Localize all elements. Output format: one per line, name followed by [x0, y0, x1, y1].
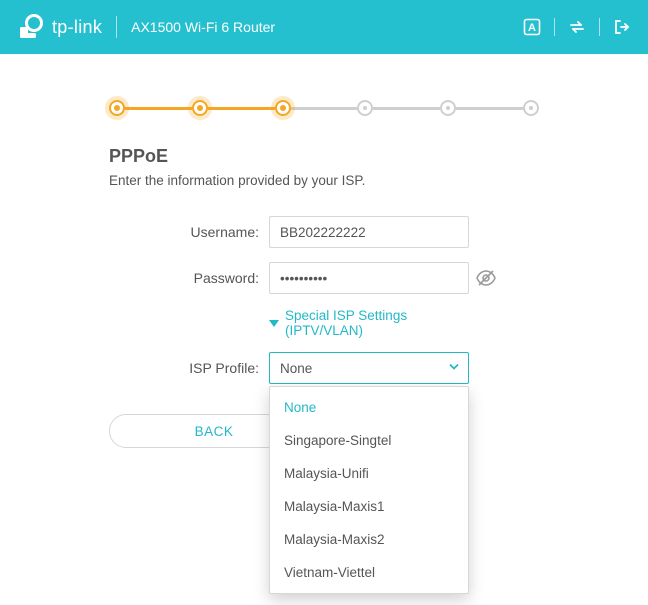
isp-option[interactable]: None: [270, 391, 468, 424]
header-sep: [554, 18, 555, 36]
logout-icon[interactable]: [612, 17, 632, 37]
step-bar: [125, 107, 192, 110]
header-sep: [599, 18, 600, 36]
step-bar: [373, 107, 440, 110]
language-icon[interactable]: A: [522, 17, 542, 37]
username-input[interactable]: [269, 216, 469, 248]
special-isp-label: Special ISP Settings (IPTV/VLAN): [285, 308, 469, 338]
step-bar: [291, 107, 358, 110]
step-node: [523, 100, 539, 116]
special-isp-toggle[interactable]: Special ISP Settings (IPTV/VLAN): [269, 308, 469, 338]
step-node: [109, 100, 125, 116]
isp-option[interactable]: Malaysia-Unifi: [270, 457, 468, 490]
username-label: Username:: [109, 224, 269, 240]
isp-profile-dropdown: None Singapore-Singtel Malaysia-Unifi Ma…: [269, 386, 469, 594]
step-bar: [208, 107, 275, 110]
brand: tp-link: [18, 14, 102, 40]
svg-text:A: A: [528, 22, 536, 34]
step-bar: [456, 107, 523, 110]
chevron-down-icon: [269, 320, 279, 327]
device-name: AX1500 Wi-Fi 6 Router: [131, 19, 275, 35]
password-label: Password:: [109, 270, 269, 286]
header-actions: A: [522, 17, 632, 37]
isp-option[interactable]: Malaysia-Maxis2: [270, 523, 468, 556]
step-node: [357, 100, 373, 116]
password-visibility-icon[interactable]: [475, 267, 497, 289]
tplink-logo-icon: [18, 14, 44, 40]
isp-option[interactable]: Vietnam-Viettel: [270, 556, 468, 589]
step-node: [192, 100, 208, 116]
setup-stepper: [109, 100, 539, 116]
step-node: [275, 100, 291, 116]
pppoe-form: Username: Password:: [109, 216, 539, 384]
header-divider: [116, 16, 117, 38]
refresh-icon[interactable]: [567, 17, 587, 37]
isp-option[interactable]: Malaysia-Maxis1: [270, 490, 468, 523]
app-header: tp-link AX1500 Wi-Fi 6 Router A: [0, 0, 648, 54]
password-input[interactable]: [269, 262, 469, 294]
isp-option[interactable]: Singapore-Singtel: [270, 424, 468, 457]
step-node: [440, 100, 456, 116]
page-title: PPPoE: [109, 146, 539, 167]
chevron-down-icon: [448, 361, 460, 376]
main-content: PPPoE Enter the information provided by …: [109, 146, 539, 448]
page-subtitle: Enter the information provided by your I…: [109, 173, 539, 188]
isp-profile-value: None: [280, 361, 312, 376]
brand-name: tp-link: [52, 17, 102, 38]
isp-profile-label: ISP Profile:: [109, 360, 269, 376]
isp-profile-select[interactable]: None: [269, 352, 469, 384]
